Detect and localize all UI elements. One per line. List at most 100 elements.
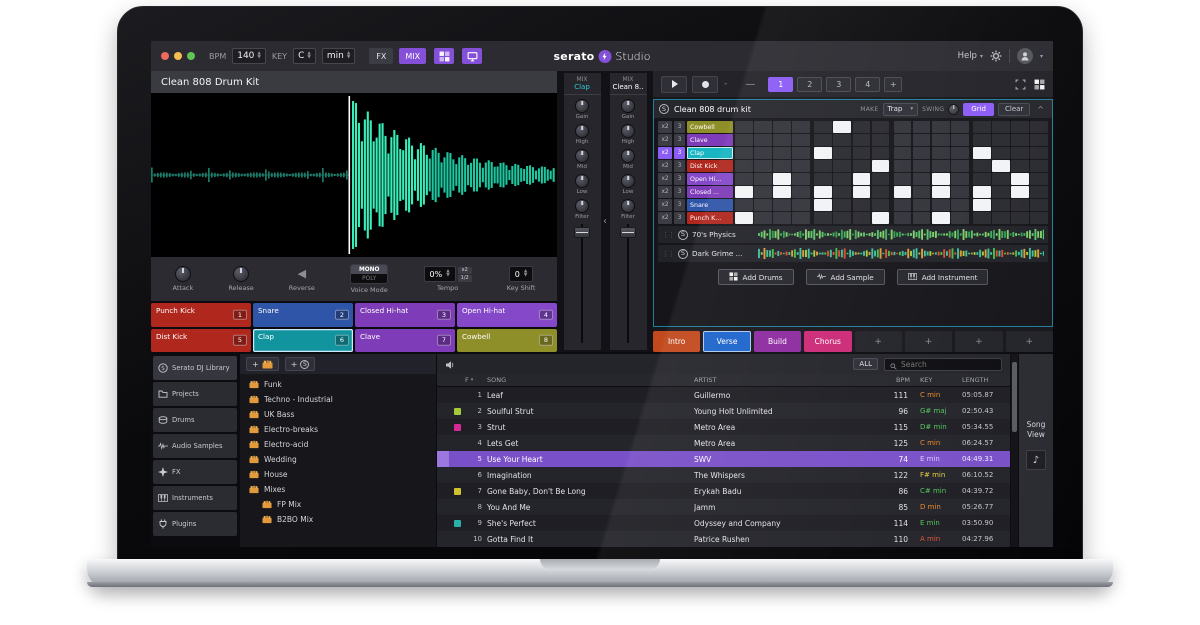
channel-fader[interactable] [620,224,636,345]
all-filter-button[interactable]: ALL [853,358,878,370]
step-cell[interactable] [951,212,969,224]
voice-mode-toggle[interactable]: MONO POLY [350,264,388,284]
step-cell[interactable] [992,186,1010,198]
step-cell[interactable] [792,121,810,133]
step-cell[interactable] [992,147,1010,159]
mid-knob[interactable] [621,149,635,163]
step-cell[interactable] [833,147,851,159]
step-cell[interactable] [735,160,753,172]
row-name-chip[interactable]: Cowbell [687,121,733,133]
step-cell[interactable] [951,147,969,159]
step-cell[interactable] [814,147,832,159]
step-cell[interactable] [932,199,950,211]
key-note-stepper[interactable]: C ▲▼ [293,48,316,64]
step-cell[interactable] [833,160,851,172]
crate-item-funk[interactable]: Funk [240,377,436,392]
step-cell[interactable] [913,186,931,198]
count-badge[interactable]: 3 [674,121,685,133]
count-badge[interactable]: 3 [674,199,685,211]
key-shift-stepper[interactable]: 0 ▲▼ [509,266,534,282]
step-cell[interactable] [973,121,991,133]
step-cell[interactable] [992,121,1010,133]
step-cell[interactable] [1011,212,1029,224]
sidebar-item-drums[interactable]: Drums [153,408,237,432]
count-badge[interactable]: 3 [674,212,685,224]
count-badge[interactable]: 3 [674,173,685,185]
step-cell[interactable] [1030,186,1048,198]
step-cell[interactable] [872,121,890,133]
row-name-chip[interactable]: Punch K... [687,212,733,224]
step-cell[interactable] [814,134,832,146]
table-scrollbar[interactable] [1011,354,1018,547]
step-cell[interactable] [773,147,791,159]
drum-pad-dist-kick[interactable]: Dist Kick5 [151,329,251,353]
song-view-toggle[interactable]: Song View [1023,420,1049,440]
drum-pad-open-hi-hat[interactable]: Open Hi-hat4 [457,303,557,327]
step-cell[interactable] [973,134,991,146]
step-cell[interactable] [932,212,950,224]
mono-option[interactable]: MONO [351,265,387,274]
section-build[interactable]: Build [754,331,801,352]
song-row[interactable]: 7Gone Baby, Don't Be LongErykah Badu86C#… [437,483,1010,499]
step-cell[interactable] [973,160,991,172]
drum-pad-snare[interactable]: Snare2 [253,303,353,327]
grid-button[interactable]: Grid [963,103,994,116]
sidebar-item-serato-dj-library[interactable]: SSerato DJ Library [153,356,237,380]
step-cell[interactable] [792,212,810,224]
step-cell[interactable] [1030,160,1048,172]
step-cell[interactable] [1030,173,1048,185]
scene-button-3[interactable]: 3 [826,77,851,92]
step-cell[interactable] [913,147,931,159]
step-cell[interactable] [992,160,1010,172]
step-cell[interactable] [735,121,753,133]
repeat-badge[interactable]: x2 [658,160,672,172]
drum-pad-punch-kick[interactable]: Punch Kick1 [151,303,251,327]
step-cell[interactable] [992,134,1010,146]
step-cell[interactable] [1030,147,1048,159]
crate-item-electro-breaks[interactable]: Electro-breaks [240,422,436,437]
repeat-badge[interactable]: x2 [658,173,672,185]
step-cell[interactable] [735,212,753,224]
crate-item-house[interactable]: House [240,467,436,482]
sidebar-item-instruments[interactable]: Instruments [153,486,237,510]
transport-options-button[interactable]: - [723,79,728,89]
add-crate-button[interactable]: + [246,357,279,371]
collapse-chevron-icon[interactable]: ‹ [603,217,607,227]
clear-button[interactable]: Clear [998,103,1030,116]
step-cell[interactable] [833,121,851,133]
step-cell[interactable] [932,134,950,146]
drum-pad-closed-hi-hat[interactable]: Closed Hi-hat3 [355,303,455,327]
song-row[interactable]: 8You And MeJamm85D min05:26.77 [437,499,1010,515]
step-cell[interactable] [814,160,832,172]
row-name-chip[interactable]: Open Hi... [687,173,733,185]
step-cell[interactable] [833,186,851,198]
step-cell[interactable] [872,186,890,198]
step-cell[interactable] [754,121,772,133]
song-row[interactable]: 10Gotta Find ItPatrice Rushen110A min04:… [437,531,1010,547]
step-cell[interactable] [913,134,931,146]
step-cell[interactable] [735,147,753,159]
repeat-badge[interactable]: x2 [658,212,672,224]
scene-button-1[interactable]: 1 [768,77,793,92]
sidebar-item-fx[interactable]: FX [153,460,237,484]
step-cell[interactable] [992,212,1010,224]
music-note-icon[interactable]: ♪ [1026,450,1046,470]
preview-speaker-icon[interactable] [445,355,455,374]
count-badge[interactable]: 3 [674,186,685,198]
step-cell[interactable] [833,173,851,185]
drag-handle-icon[interactable]: ⋮⋮ [662,250,674,258]
step-cell[interactable] [773,199,791,211]
sidebar-item-audio-samples[interactable]: Audio Samples [153,434,237,458]
drum-pad-cowbell[interactable]: Cowbell8 [457,329,557,353]
step-cell[interactable] [853,147,871,159]
column-header-artist[interactable]: ARTIST [694,376,874,384]
gain-knob[interactable] [621,99,635,113]
section-intro[interactable]: Intro [653,331,700,352]
stepper-arrows-icon[interactable]: ▲▼ [446,270,449,278]
step-cell[interactable] [754,147,772,159]
scene-button-4[interactable]: 4 [855,77,880,92]
high-knob[interactable] [575,124,589,138]
step-cell[interactable] [792,134,810,146]
step-cell[interactable] [932,173,950,185]
tempo-stepper[interactable]: 0% ▲▼ [424,266,456,282]
